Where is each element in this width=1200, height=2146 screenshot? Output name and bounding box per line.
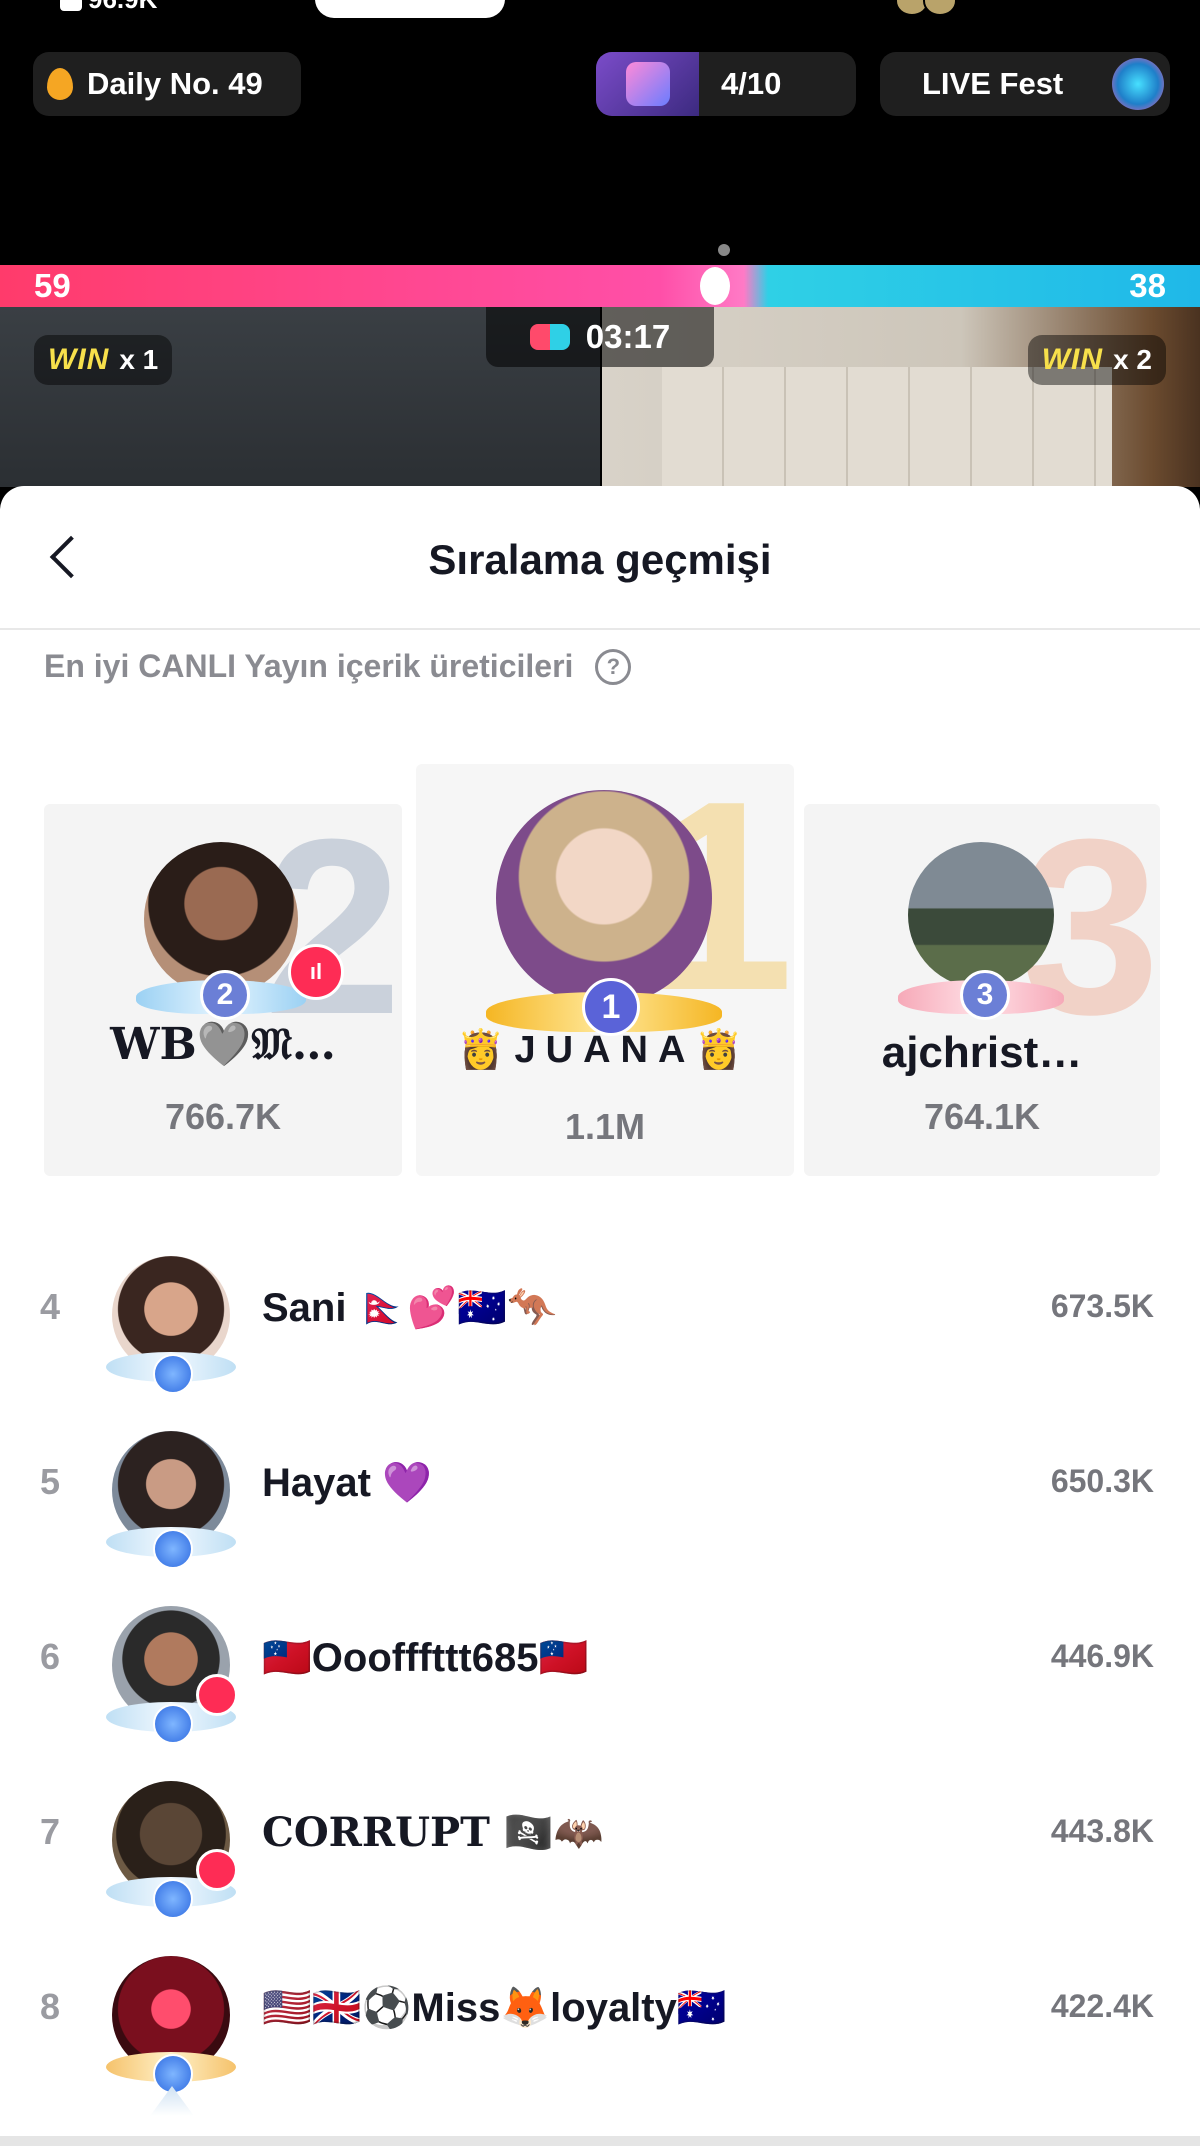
viewer-avatars[interactable] xyxy=(895,0,1005,16)
rank-number: 6 xyxy=(40,1636,61,1677)
section-header: En iyi CANLI Yayın içerik üreticileri ? xyxy=(44,648,632,685)
creator-name: CORRUPT 🏴‍☠️🦇 xyxy=(262,1809,604,1856)
live-indicator-icon xyxy=(196,1849,238,1891)
creator-name: Hayat 💜 xyxy=(262,1461,432,1505)
avatar[interactable] xyxy=(496,790,712,1006)
bottom-divider xyxy=(0,2136,1200,2146)
creator-name: 🇺🇸🇬🇧⚽Miss🦊loyalty🇦🇺 xyxy=(262,1986,727,2030)
rank-number: 5 xyxy=(40,1461,61,1502)
sheet-title: Sıralama geçmişi xyxy=(428,536,772,583)
video-background xyxy=(662,367,1112,487)
timer-value: 03:17 xyxy=(585,318,671,355)
gift-thumbnail xyxy=(596,52,699,116)
likes-counter: 96.9K xyxy=(60,0,157,15)
score-right: 38 xyxy=(1129,267,1166,304)
goal-progress-pill[interactable]: 4/10 xyxy=(596,52,856,116)
creator-score: 443.8K xyxy=(1050,1813,1154,1849)
daily-rank-pill[interactable]: Daily No. 49 xyxy=(33,52,301,116)
top-bar: 96.9K Daily No. 49 4/10 LIVE Fest xyxy=(0,0,1200,265)
podium-card-2[interactable]: 2 2 ıl WB🩶𝔐… 766.7K xyxy=(44,802,402,1176)
battle-timer: 03:17 xyxy=(486,307,714,367)
list-item[interactable]: 4 Sani 🇳🇵💕🇦🇺🦘 673.5K xyxy=(0,1228,1200,1402)
win-word: WIN xyxy=(48,343,110,376)
list-item[interactable]: 8 🇺🇸🇬🇧⚽Miss🦊loyalty🇦🇺 422.4K xyxy=(0,1928,1200,2102)
podium-card-1[interactable]: 1 1 👸JUANA👸 1.1M xyxy=(416,762,794,1176)
list-item[interactable]: 6 🇼🇸Ooofffttt685🇼🇸 446.9K xyxy=(0,1578,1200,1752)
level-flame-icon xyxy=(153,1529,193,1569)
creator-score: 764.1K xyxy=(923,1096,1041,1137)
heart-icon xyxy=(60,0,82,12)
live-indicator-icon xyxy=(196,1674,238,1716)
creator-name: 🇼🇸Ooofffttt685🇼🇸 xyxy=(262,1636,589,1680)
podium-card-3[interactable]: 3 3 ajchrist… 764.1K xyxy=(804,802,1160,1176)
win-word: WIN xyxy=(1041,343,1104,376)
ranking-history-sheet: Sıralama geçmişi En iyi CANLI Yayın içer… xyxy=(0,486,1200,2146)
live-fest-label: LIVE Fest xyxy=(922,66,1064,101)
section-label: En iyi CANLI Yayın içerik üreticileri xyxy=(44,648,574,684)
creator-score: 650.3K xyxy=(1050,1463,1154,1499)
creator-name: ajchrist… xyxy=(881,1028,1083,1077)
score-divider-icon xyxy=(700,267,730,305)
live-indicator-icon: ıl xyxy=(288,944,344,1000)
win-streak-right: WIN x 2 xyxy=(1027,335,1166,385)
page-indicator-dot xyxy=(718,244,730,256)
creator-score: 446.9K xyxy=(1050,1638,1154,1674)
battle-score-bar: 59 38 xyxy=(0,265,1200,307)
follow-pill[interactable] xyxy=(315,0,505,18)
creator-name: 👸JUANA👸 xyxy=(457,1029,753,1071)
rank-number: 8 xyxy=(40,1986,61,2027)
live-fest-pill[interactable]: LIVE Fest xyxy=(880,52,1170,116)
goal-progress-label: 4/10 xyxy=(721,66,782,101)
rank-number: 7 xyxy=(40,1811,61,1852)
daily-rank-label: Daily No. 49 xyxy=(87,66,263,101)
creator-score: 766.7K xyxy=(164,1096,282,1137)
creator-name: Sani 🇳🇵💕🇦🇺🦘 xyxy=(262,1286,557,1330)
win-count: x 1 xyxy=(119,344,159,375)
win-streak-left: WIN x 1 xyxy=(34,335,173,385)
level-flame-icon xyxy=(153,1704,193,1744)
live-fest-badge-icon xyxy=(1112,58,1164,110)
score-left: 59 xyxy=(34,267,71,304)
flame-icon xyxy=(47,68,73,100)
help-icon[interactable]: ? xyxy=(595,648,632,685)
list-item[interactable]: 7 CORRUPT 🏴‍☠️🦇 443.8K xyxy=(0,1753,1200,1927)
rank-number: 4 xyxy=(40,1286,61,1327)
gift-icon xyxy=(625,62,670,106)
creator-score: 673.5K xyxy=(1050,1288,1154,1324)
creator-score: 422.4K xyxy=(1050,1988,1154,2024)
level-flame-icon xyxy=(153,1354,193,1394)
boxing-gloves-icon xyxy=(529,324,570,350)
list-item[interactable]: 5 Hayat 💜 650.3K xyxy=(0,1403,1200,1577)
rank-badge: 3 xyxy=(960,970,1010,1020)
win-count: x 2 xyxy=(1113,344,1152,375)
creator-name: WB🩶𝔐… xyxy=(110,1019,336,1070)
avatar[interactable] xyxy=(908,842,1054,988)
sheet-header: Sıralama geçmişi xyxy=(0,486,1200,630)
level-flame-icon xyxy=(153,1879,193,1919)
creator-score: 1.1M xyxy=(564,1106,646,1147)
rank-badge: 2 xyxy=(200,970,250,1020)
avatar xyxy=(923,0,957,16)
